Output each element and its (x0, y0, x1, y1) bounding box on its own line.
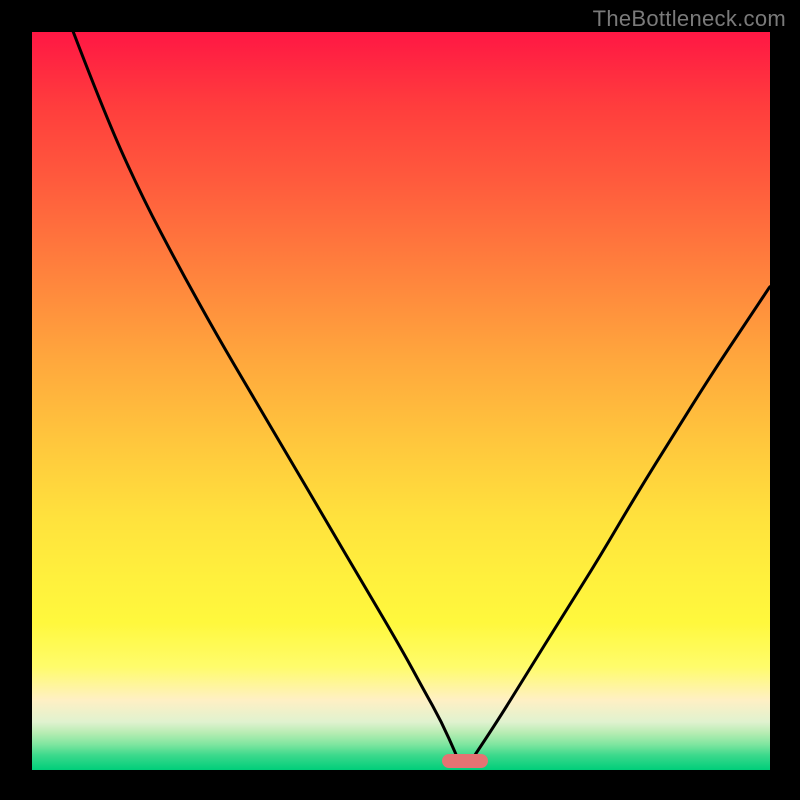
plot-area (32, 32, 770, 770)
curve-layer (32, 32, 770, 770)
watermark-text: TheBottleneck.com (593, 6, 786, 32)
chart-frame: TheBottleneck.com (0, 0, 800, 800)
bottleneck-curve-left (73, 32, 456, 755)
bottleneck-curve-right (475, 287, 770, 756)
optimal-marker (442, 754, 488, 768)
